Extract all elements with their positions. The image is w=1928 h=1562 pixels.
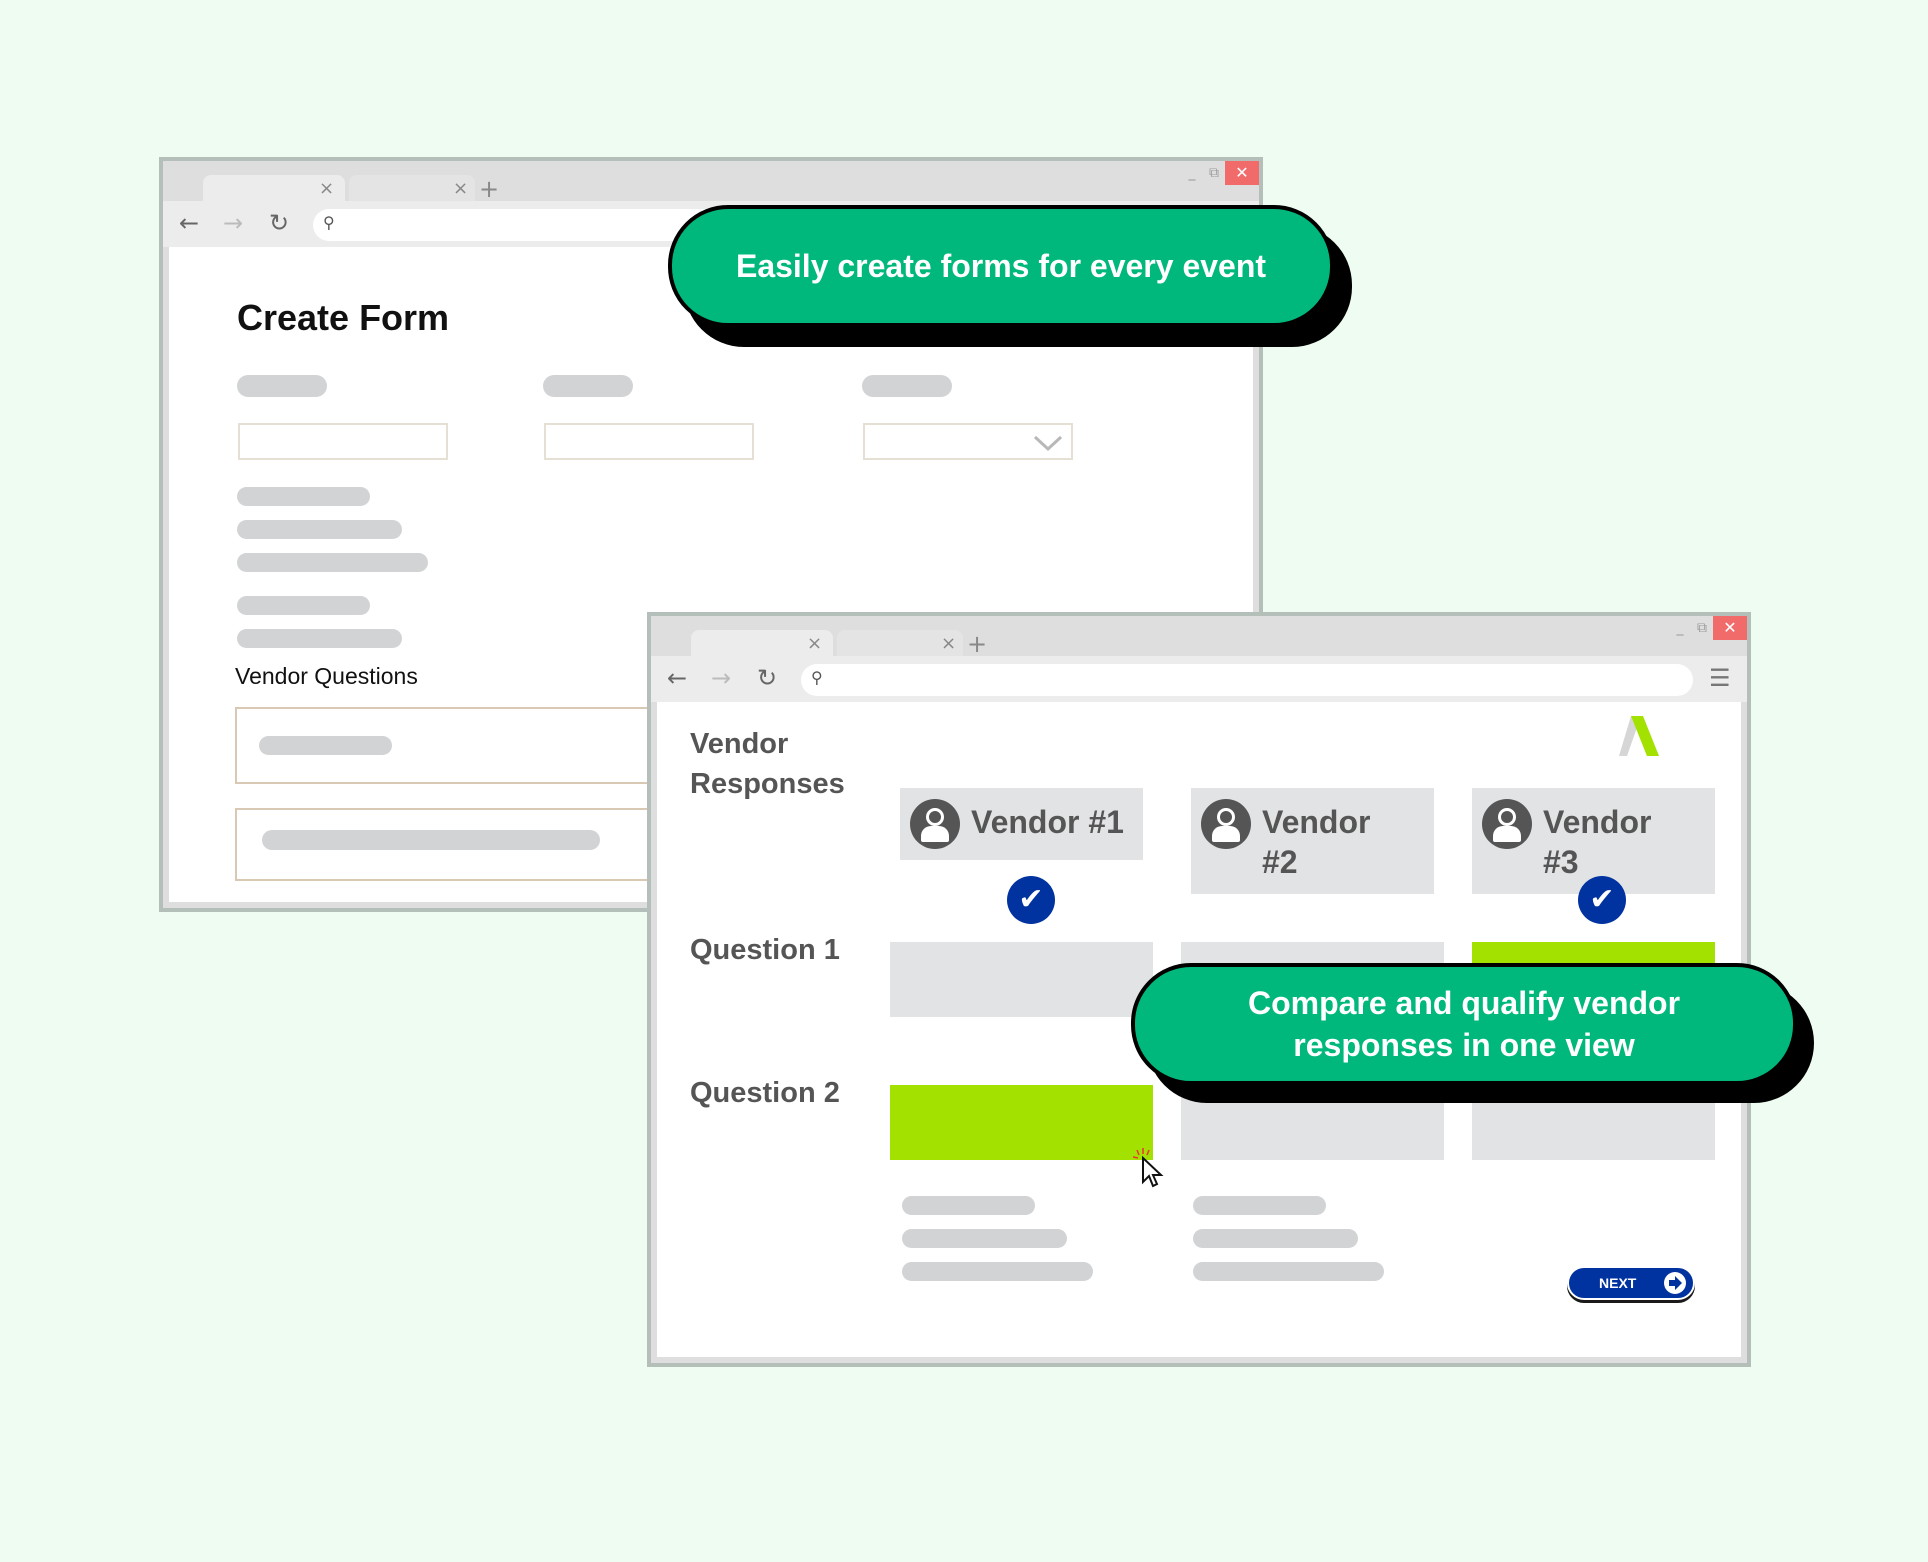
response-cell-q2-v1[interactable] [890, 1085, 1153, 1160]
arrow-right-circle-icon [1664, 1272, 1686, 1294]
question-label: Question 2 [690, 1077, 840, 1109]
window-controls: _ ⧉ ✕ [1181, 161, 1259, 185]
user-avatar-icon [1201, 799, 1251, 849]
selected-check-icon[interactable]: ✔ [1578, 876, 1626, 924]
field-label-placeholder [862, 375, 952, 397]
callout-text: Easily create forms for every event [735, 247, 1267, 284]
text-placeholder [237, 520, 402, 539]
user-avatar-icon [910, 799, 960, 849]
back-icon[interactable]: ← [179, 207, 199, 239]
text-placeholder [1193, 1229, 1358, 1248]
search-icon: ⚲ [811, 668, 823, 687]
restore-icon[interactable]: ⧉ [1203, 165, 1225, 181]
back-icon[interactable]: ← [667, 662, 687, 694]
forward-icon[interactable]: → [711, 662, 731, 694]
callout-face: Compare and qualify vendor responses in … [1131, 963, 1797, 1085]
tab-close-icon[interactable]: × [807, 630, 822, 658]
vendor-name: Vendor #3 [1543, 804, 1652, 880]
user-avatar-icon [1482, 799, 1532, 849]
callout-face: Easily create forms for every event [668, 205, 1334, 327]
address-bar[interactable]: ⚲ [801, 664, 1693, 696]
field-label-placeholder [237, 375, 327, 397]
text-placeholder [237, 596, 370, 615]
brand-logo-icon [1619, 716, 1659, 756]
callout-create-forms: Easily create forms for every event [668, 205, 1352, 347]
page-title: Vendor Responses [690, 724, 845, 804]
tab-close-icon[interactable]: × [319, 175, 334, 203]
tab-close-icon[interactable]: × [941, 630, 956, 658]
field-label-placeholder [543, 375, 633, 397]
question-placeholder [262, 830, 600, 850]
forward-icon[interactable]: → [223, 207, 243, 239]
window-controls: _ ⧉ ✕ [1669, 616, 1747, 640]
search-icon: ⚲ [323, 213, 335, 232]
text-placeholder [237, 629, 402, 648]
vendor-name: Vendor #2 [1262, 804, 1371, 880]
text-placeholder [237, 487, 370, 506]
text-placeholder [1193, 1262, 1384, 1281]
next-button[interactable]: NEXT [1567, 1266, 1695, 1300]
callout-compare-vendors: Compare and qualify vendor responses in … [1131, 963, 1814, 1103]
page-title-line1: Vendor [690, 728, 789, 760]
browser-tab-1[interactable]: × [203, 175, 345, 203]
text-placeholder [237, 553, 428, 572]
question-box-1[interactable] [235, 707, 695, 784]
callout-text-line2: responses in one view [1293, 1027, 1635, 1063]
minimize-icon[interactable]: _ [1181, 165, 1203, 181]
selected-check-icon[interactable]: ✔ [1007, 876, 1055, 924]
browser-toolbar: ← → ↻ ⚲ ☰ [651, 656, 1747, 702]
question-label: Question 1 [690, 934, 840, 966]
restore-icon[interactable]: ⧉ [1691, 620, 1713, 636]
new-tab-icon[interactable]: + [967, 630, 987, 658]
new-tab-icon[interactable]: + [479, 175, 499, 203]
text-placeholder [902, 1229, 1067, 1248]
menu-icon[interactable]: ☰ [1709, 662, 1731, 694]
close-icon[interactable]: ✕ [1225, 161, 1259, 185]
text-placeholder [902, 1262, 1093, 1281]
browser-tab-1[interactable]: × [691, 630, 833, 658]
question-placeholder [259, 736, 392, 755]
minimize-icon[interactable]: _ [1669, 620, 1691, 636]
vendor-card-2[interactable]: Vendor #2 [1191, 788, 1434, 894]
callout-text-line1: Compare and qualify vendor [1247, 985, 1681, 1021]
text-input-2[interactable] [544, 423, 754, 460]
vendor-name: Vendor #1 [971, 804, 1124, 840]
tab-bar: × × + _ ⧉ ✕ [651, 616, 1747, 658]
page-title: Create Form [237, 297, 450, 338]
page-title-line2: Responses [690, 768, 845, 800]
section-label: Vendor Questions [235, 663, 418, 689]
chevron-down-icon [1033, 435, 1063, 452]
browser-tab-2[interactable]: × [349, 175, 475, 203]
text-input-1[interactable] [238, 423, 448, 460]
reload-icon[interactable]: ↻ [757, 662, 777, 694]
question-box-2[interactable] [235, 808, 695, 881]
next-button-label: NEXT [1599, 1275, 1637, 1291]
tab-bar: × × + _ ⧉ ✕ [163, 161, 1259, 203]
reload-icon[interactable]: ↻ [269, 207, 289, 239]
text-placeholder [902, 1196, 1035, 1215]
vendor-card-1[interactable]: Vendor #1 [900, 788, 1143, 860]
browser-tab-2[interactable]: × [837, 630, 963, 658]
response-cell-q1-v1[interactable] [890, 942, 1153, 1017]
close-icon[interactable]: ✕ [1713, 616, 1747, 640]
tab-close-icon[interactable]: × [453, 175, 468, 203]
text-placeholder [1193, 1196, 1326, 1215]
dropdown-select[interactable] [863, 423, 1073, 460]
mouse-cursor-icon [1133, 1148, 1164, 1188]
